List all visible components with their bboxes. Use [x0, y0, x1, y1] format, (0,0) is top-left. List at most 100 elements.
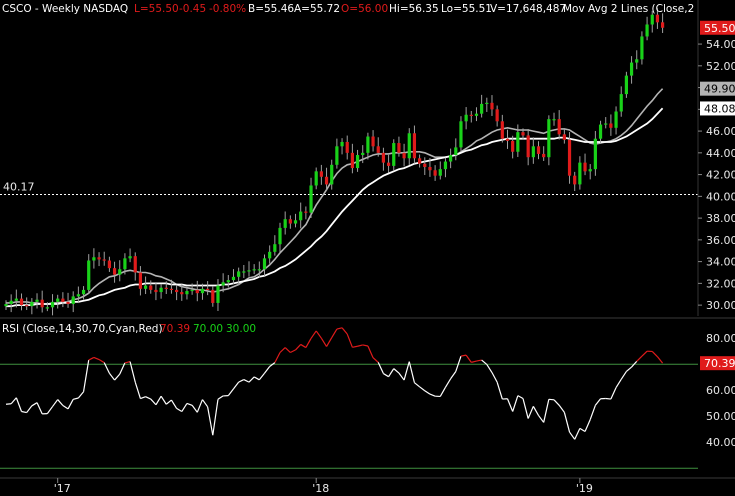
- rsi-segment: [517, 395, 524, 400]
- rsi-segment: [227, 388, 234, 397]
- candle-body: [650, 14, 654, 25]
- rsi-segment: [589, 405, 596, 420]
- rsi-segment: [201, 399, 209, 408]
- rsi-segment: [170, 399, 178, 409]
- candle-body: [397, 143, 401, 153]
- rsi-segment: [274, 352, 281, 363]
- rsi-segment: [357, 344, 363, 347]
- candle-body: [635, 59, 639, 63]
- high-value: Hi=56.35: [389, 3, 439, 15]
- moving-average-label: Mov Avg 2 Lines (Close,2: [563, 3, 694, 15]
- candle-body: [350, 152, 354, 169]
- candle-body: [304, 211, 308, 213]
- rsi-segment: [372, 357, 379, 363]
- candle-body: [593, 138, 597, 170]
- candle-body: [71, 296, 75, 305]
- rsi-line: [5, 327, 664, 440]
- candle-body: [567, 139, 572, 176]
- rsi-oversold-value: 30.00: [226, 323, 256, 335]
- candle-body: [454, 147, 458, 156]
- candle-body: [278, 227, 282, 245]
- candle-body: [221, 282, 225, 286]
- rsi-segment: [615, 378, 622, 388]
- rsi-segment: [21, 410, 27, 414]
- candle-body: [50, 301, 55, 308]
- candle-body: [536, 146, 541, 154]
- candle-body: [660, 22, 665, 28]
- rsi-tick-label: 60.00: [706, 384, 735, 397]
- rsi-segment: [98, 359, 105, 364]
- rsi-segment: [512, 395, 519, 412]
- price-tick-label: 46.00: [706, 125, 735, 138]
- candle-body: [257, 269, 261, 271]
- candle-body: [542, 153, 546, 158]
- candle-body: [614, 111, 618, 128]
- candle-body: [428, 166, 432, 171]
- candle-body: [547, 119, 551, 158]
- bid-value: B=55.46: [248, 3, 294, 15]
- candle-body: [288, 219, 292, 224]
- svg-text:CSCO - Weekly NASDAQ L=: CSCO - Weekly NASDAQ L=55.50 -0.45 -0.80…: [2, 3, 694, 15]
- rsi-segment: [73, 397, 79, 400]
- candle-body: [9, 300, 13, 305]
- candle-body: [330, 164, 334, 185]
- rsi-segment: [31, 402, 38, 407]
- price-tick-label: 36.00: [706, 234, 735, 247]
- candle-body: [355, 155, 360, 169]
- rsi-segment: [191, 404, 198, 413]
- candle-body: [392, 143, 396, 166]
- rsi-segment: [471, 360, 477, 363]
- candle-body: [578, 162, 582, 185]
- change-value: -0.45: [179, 3, 206, 15]
- rsi-segment: [310, 330, 317, 339]
- rsi-segment: [346, 333, 353, 348]
- rsi-segment: [253, 376, 260, 381]
- candle-body: [309, 185, 313, 213]
- candle-body: [319, 171, 323, 177]
- rsi-segment: [579, 427, 586, 433]
- rsi-segment: [326, 337, 333, 347]
- candle-body: [438, 169, 442, 176]
- stock-chart[interactable]: 40.17 30.00 32.00 34.00 36.00 38.00 40.00 42.0…: [0, 0, 735, 496]
- candle-body: [335, 146, 339, 165]
- candle-body: [314, 171, 318, 186]
- rsi-segment: [160, 395, 167, 405]
- candle-body: [469, 114, 473, 116]
- rsi-segment: [295, 344, 302, 351]
- rsi-segment: [656, 356, 664, 364]
- rsi-segment: [196, 399, 204, 413]
- rsi-segment: [62, 405, 69, 410]
- price-axis-ticks: 30.00 32.00 34.00 36.00 38.00 40.00 42.00 44.00…: [698, 38, 735, 312]
- open-value: O=56.00: [341, 3, 388, 15]
- candle-body: [423, 163, 427, 167]
- candle-body: [402, 152, 406, 159]
- price-panel: 40.17: [0, 0, 698, 316]
- candle-body: [102, 259, 106, 261]
- candle-body: [624, 75, 628, 95]
- candle-body: [521, 132, 525, 136]
- rsi-segment: [362, 344, 369, 347]
- candle-body: [433, 170, 437, 176]
- candle-body: [412, 133, 417, 159]
- rsi-segment: [352, 345, 358, 348]
- candle-body: [273, 244, 277, 252]
- price-tick-label: 42.00: [706, 169, 735, 182]
- time-axis-ticks: '17 '18 '19: [54, 478, 593, 495]
- candle-body: [30, 301, 34, 307]
- candle-body: [66, 301, 70, 305]
- rsi-segment: [538, 415, 545, 423]
- rsi-tick-label: 40.00: [706, 436, 735, 449]
- low-value: Lo=55.51: [441, 3, 492, 15]
- candle-body: [25, 305, 29, 307]
- rsi-segment: [77, 391, 85, 399]
- rsi-tag: 70.39: [700, 356, 735, 371]
- price-tag-label: 55.50: [704, 22, 735, 35]
- candle-body: [376, 146, 380, 153]
- price-tag: 48.08: [700, 101, 735, 116]
- rsi-segment: [548, 398, 555, 401]
- rsi-segment: [10, 397, 17, 405]
- candle-body: [242, 271, 246, 273]
- price-tick-label: 38.00: [706, 212, 735, 225]
- rsi-segment: [36, 402, 43, 415]
- rsi-segment: [460, 354, 467, 357]
